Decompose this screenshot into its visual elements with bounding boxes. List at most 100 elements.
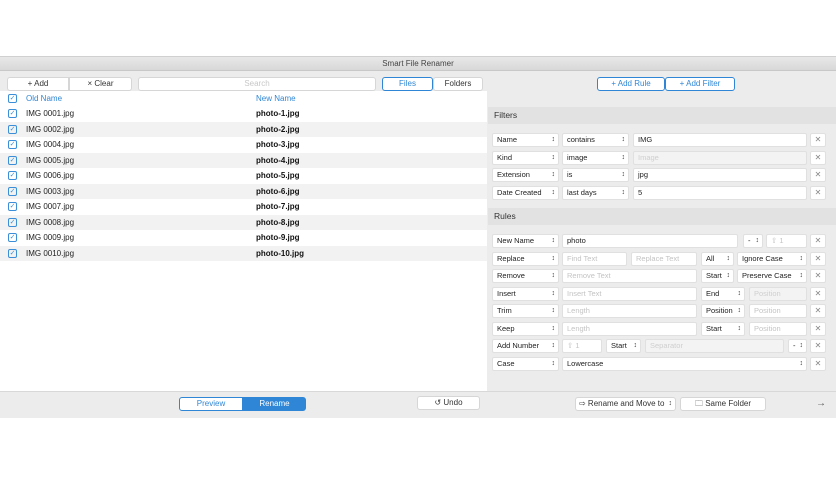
start-number-input[interactable]: ⇧ 1 xyxy=(766,234,807,248)
folder-button[interactable]: 🗀 Same Folder xyxy=(680,397,766,411)
undo-button[interactable]: ↺ Undo xyxy=(417,396,480,410)
filter-operator-select[interactable]: last days xyxy=(562,185,629,200)
rule-type-select[interactable]: Remove xyxy=(492,269,559,283)
separator-select[interactable]: - xyxy=(743,234,763,248)
rule-type-select[interactable]: Keep xyxy=(492,322,559,336)
remove-rule-icon[interactable]: ✕ xyxy=(810,322,826,336)
remove-filter-icon[interactable]: ✕ xyxy=(810,168,826,182)
case-mode-select[interactable]: Ignore Case xyxy=(737,252,807,266)
row-checkbox[interactable]: ✓ xyxy=(8,124,17,134)
tab-files[interactable]: Files xyxy=(382,77,433,91)
table-row[interactable]: ✓ IMG 0006.jpg photo-5.jpg xyxy=(0,168,487,184)
row-checkbox[interactable]: ✓ xyxy=(8,186,17,196)
remove-rule-icon[interactable]: ✕ xyxy=(810,269,826,283)
row-checkbox[interactable]: ✓ xyxy=(8,202,17,211)
remove-rule-icon[interactable]: ✕ xyxy=(810,252,826,266)
rule-type-select[interactable]: Replace xyxy=(492,252,559,266)
filter-field-select[interactable]: Extension xyxy=(492,168,559,182)
old-name: IMG 0005.jpg xyxy=(26,155,75,165)
rule-type-select[interactable]: New Name xyxy=(492,234,559,248)
remove-rule-icon[interactable]: ✕ xyxy=(810,357,826,371)
scope-select[interactable]: All xyxy=(701,252,734,266)
separator-input[interactable]: Separator xyxy=(645,339,784,353)
filter-value-input[interactable]: IMG xyxy=(633,133,807,147)
position-input[interactable]: Position xyxy=(749,287,807,301)
position-input[interactable]: Position xyxy=(749,322,807,336)
rule-type-select[interactable]: Insert xyxy=(492,287,559,301)
new-name: photo-8.jpg xyxy=(256,217,300,227)
new-name: photo-2.jpg xyxy=(256,124,300,134)
length-input[interactable]: Length xyxy=(562,322,697,336)
tab-folders[interactable]: Folders xyxy=(433,77,483,91)
remove-rule-icon[interactable]: ✕ xyxy=(810,304,826,318)
case-select[interactable]: Lowercase xyxy=(562,357,807,371)
remove-rule-icon[interactable]: ✕ xyxy=(810,287,826,301)
add-rule-button[interactable]: + Add Rule xyxy=(597,77,665,91)
filter-field-select[interactable]: Date Created xyxy=(492,185,559,200)
remove-rule-icon[interactable]: ✕ xyxy=(810,339,826,353)
find-text-input[interactable]: Find Text xyxy=(562,252,627,266)
table-row[interactable]: ✓ IMG 0005.jpg photo-4.jpg xyxy=(0,152,487,168)
position-select[interactable]: Start xyxy=(606,339,641,353)
clear-button[interactable]: × Clear xyxy=(69,77,132,91)
position-select[interactable]: Position xyxy=(701,304,745,318)
rename-mode-select[interactable]: ⇨ Rename and Move to xyxy=(575,397,676,411)
rule-type-select[interactable]: Add Number xyxy=(492,339,559,353)
length-input[interactable]: Length xyxy=(562,304,697,318)
go-arrow-icon[interactable]: → xyxy=(816,398,826,409)
col-old-name[interactable]: Old Name xyxy=(26,91,62,106)
col-new-name[interactable]: New Name xyxy=(256,91,296,106)
rename-button[interactable]: Rename xyxy=(243,397,306,411)
insert-text-input[interactable]: Insert Text xyxy=(562,287,697,301)
new-name: photo-3.jpg xyxy=(256,140,300,149)
row-checkbox[interactable]: ✓ xyxy=(8,217,17,227)
row-checkbox[interactable]: ✓ xyxy=(8,155,17,165)
remove-rule-icon[interactable]: ✕ xyxy=(810,234,826,248)
row-checkbox[interactable]: ✓ xyxy=(8,248,17,258)
old-name: IMG 0009.jpg xyxy=(26,233,75,242)
position-select[interactable]: End xyxy=(701,287,745,301)
row-checkbox[interactable]: ✓ xyxy=(8,171,17,180)
table-row[interactable]: ✓ IMG 0007.jpg photo-7.jpg xyxy=(0,199,487,215)
position-select[interactable]: Start xyxy=(701,322,745,336)
table-row[interactable]: ✓ IMG 0010.jpg photo-10.jpg xyxy=(0,245,487,261)
preview-button[interactable]: Preview xyxy=(179,397,243,411)
start-number-input[interactable]: ⇧ 1 xyxy=(562,339,602,353)
row-checkbox[interactable]: ✓ xyxy=(8,109,17,118)
row-checkbox[interactable]: ✓ xyxy=(8,140,17,149)
position-input[interactable]: Position xyxy=(749,304,807,318)
table-row[interactable]: ✓ IMG 0008.jpg photo-8.jpg xyxy=(0,214,487,230)
add-filter-button[interactable]: + Add Filter xyxy=(665,77,735,91)
case-mode-select[interactable]: Preserve Case xyxy=(737,269,807,283)
add-button[interactable]: + Add xyxy=(7,77,69,91)
remove-text-input[interactable]: Remove Text xyxy=(562,269,697,283)
position-select[interactable]: Start xyxy=(701,269,734,283)
row-checkbox[interactable]: ✓ xyxy=(8,233,17,242)
new-name: photo-10.jpg xyxy=(256,248,304,258)
rule-type-select[interactable]: Case xyxy=(492,357,559,371)
rule-type-select[interactable]: Trim xyxy=(492,304,559,318)
rules-header: Rules xyxy=(488,208,836,225)
select-all-checkbox[interactable]: ✓ xyxy=(8,94,17,103)
filter-value-input[interactable]: jpg xyxy=(633,168,807,182)
replace-text-input[interactable]: Replace Text xyxy=(631,252,697,266)
filter-operator-select[interactable]: image xyxy=(562,150,629,165)
folder-label: Same Folder xyxy=(705,399,752,408)
remove-filter-icon[interactable]: ✕ xyxy=(810,133,826,147)
filter-operator-select[interactable]: contains xyxy=(562,133,629,147)
filter-operator-select[interactable]: is xyxy=(562,168,629,182)
filter-field-select[interactable]: Name xyxy=(492,133,559,147)
table-row[interactable]: ✓ IMG 0002.jpg photo-2.jpg xyxy=(0,121,487,137)
table-row[interactable]: ✓ IMG 0003.jpg photo-6.jpg xyxy=(0,183,487,199)
remove-filter-icon[interactable]: ✕ xyxy=(810,150,826,165)
table-row[interactable]: ✓ IMG 0004.jpg photo-3.jpg xyxy=(0,137,487,153)
dash-select[interactable]: - xyxy=(788,339,807,353)
remove-filter-icon[interactable]: ✕ xyxy=(810,185,826,200)
filter-field-select[interactable]: Kind xyxy=(492,150,559,165)
table-row[interactable]: ✓ IMG 0009.jpg photo-9.jpg xyxy=(0,230,487,246)
filter-value-input[interactable]: Image xyxy=(633,150,807,165)
search-input[interactable]: Search xyxy=(138,77,376,91)
table-row[interactable]: ✓ IMG 0001.jpg photo-1.jpg xyxy=(0,106,487,122)
filter-value-input[interactable]: 5 xyxy=(633,185,807,200)
new-name-input[interactable]: photo xyxy=(562,234,738,248)
